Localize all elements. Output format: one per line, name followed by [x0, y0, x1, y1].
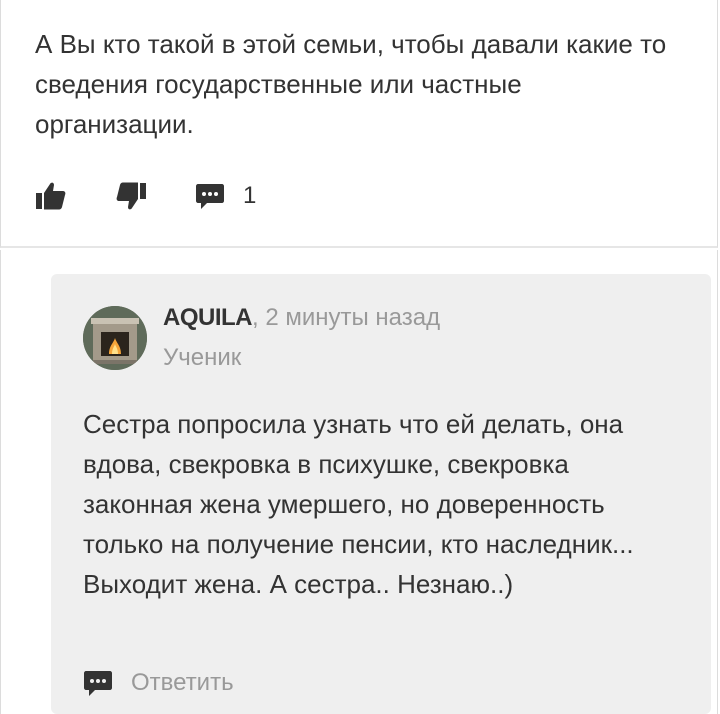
comment-count: 1 [243, 182, 257, 209]
thumbs-down-icon [116, 182, 146, 210]
author-name[interactable]: AQUILA [163, 304, 253, 331]
answer-text: А Вы кто такой в этой семьи, чтобы давал… [35, 29, 667, 139]
avatar[interactable] [83, 306, 147, 370]
fireplace-avatar-image [83, 306, 147, 370]
reply-card: AQUILA, 2 минуты назад Ученик Сестра поп… [51, 274, 711, 714]
reply-label: Ответить [131, 669, 234, 696]
reply-button[interactable]: Ответить [83, 668, 234, 698]
reply-text: Сестра попросила узнать что ей делать, о… [83, 409, 634, 599]
answer-card: А Вы кто такой в этой семьи, чтобы давал… [0, 0, 718, 248]
like-button[interactable] [35, 181, 67, 211]
answer-actions: 1 [35, 176, 256, 216]
comments-button[interactable]: 1 [195, 181, 256, 211]
post-time: , 2 минуты назад [252, 304, 441, 331]
thumbs-up-icon [36, 182, 66, 210]
dislike-button[interactable] [115, 181, 147, 211]
comment-bubble-icon [196, 184, 224, 209]
comment-bubble-icon [84, 671, 112, 696]
author-line: AQUILA, 2 минуты назад [163, 302, 440, 334]
comments-section: AQUILA, 2 минуты назад Ученик Сестра поп… [0, 250, 718, 714]
author-rank: Ученик [163, 344, 242, 371]
